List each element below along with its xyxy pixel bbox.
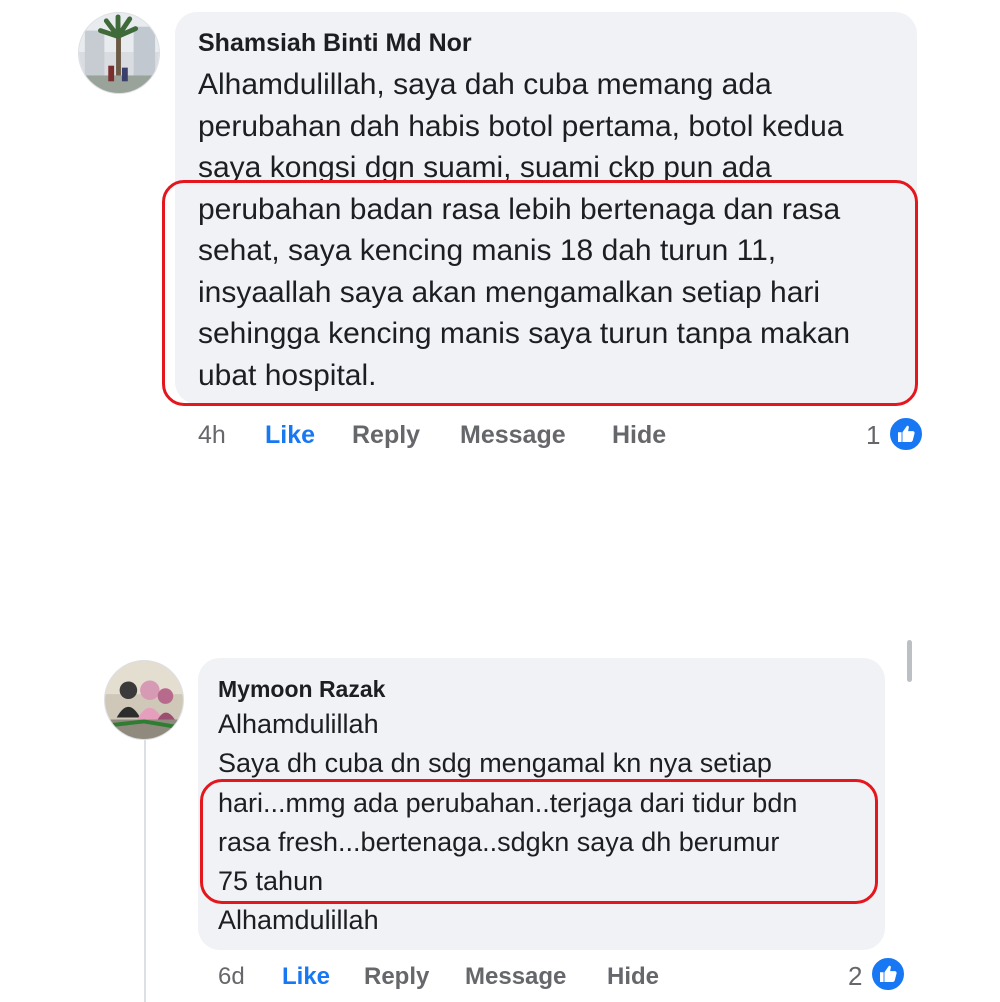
comment-text-line: Saya dh cuba dn sdg mengamal kn nya seti… [218, 748, 772, 778]
comment-text-line: rasa fresh...bertenaga..sdgkn saya dh be… [218, 827, 780, 857]
comment-text-line: sehingga kencing manis saya turun tanpa … [198, 317, 851, 350]
comment-text-line: Alhamdulillah [218, 905, 379, 935]
comment-author[interactable]: Mymoon Razak [218, 674, 385, 704]
comment-text-line: ubat hospital. [198, 359, 377, 392]
message-button[interactable]: Message [465, 962, 566, 992]
comment-text-line: hari...mmg ada perubahan..terjaga dari t… [218, 788, 798, 818]
comment-timestamp[interactable]: 6d [218, 962, 245, 992]
scrollbar[interactable] [907, 640, 912, 682]
message-button[interactable]: Message [460, 419, 566, 451]
avatar[interactable] [78, 12, 160, 94]
comment-author[interactable]: Shamsiah Binti Md Nor [198, 27, 472, 59]
avatar-photo-icon [79, 13, 159, 93]
hide-button[interactable]: Hide [612, 419, 666, 451]
comment-text-line: sehat, saya kencing manis 18 dah turun 1… [198, 234, 777, 267]
reply-button[interactable]: Reply [352, 419, 420, 451]
reply-button[interactable]: Reply [364, 962, 429, 992]
comment-text-line: perubahan dah habis botol pertama, botol… [198, 110, 844, 143]
hide-button[interactable]: Hide [607, 962, 659, 992]
thumbs-up-icon[interactable] [888, 416, 924, 452]
avatar[interactable] [104, 660, 184, 740]
reaction-count[interactable]: 2 [848, 960, 862, 992]
reaction-count[interactable]: 1 [866, 419, 880, 451]
avatar-photo-icon [105, 661, 183, 739]
comment-text-line: perubahan badan rasa lebih bertenaga dan… [198, 193, 841, 226]
thread-line [144, 740, 146, 1002]
like-button[interactable]: Like [265, 419, 315, 451]
comment-text-line: 75 tahun [218, 866, 324, 896]
comment-timestamp[interactable]: 4h [198, 419, 226, 451]
comment-text-line: saya kongsi dgn suami, suami ckp pun ada [198, 151, 772, 184]
comment-text-line: Alhamdulillah, saya dah cuba memang ada [198, 68, 772, 101]
thumbs-up-icon[interactable] [870, 956, 906, 992]
comment-text-line: Alhamdulillah [218, 709, 379, 739]
like-button[interactable]: Like [282, 962, 330, 992]
comment-text-line: insyaallah saya akan mengamalkan setiap … [198, 276, 821, 309]
